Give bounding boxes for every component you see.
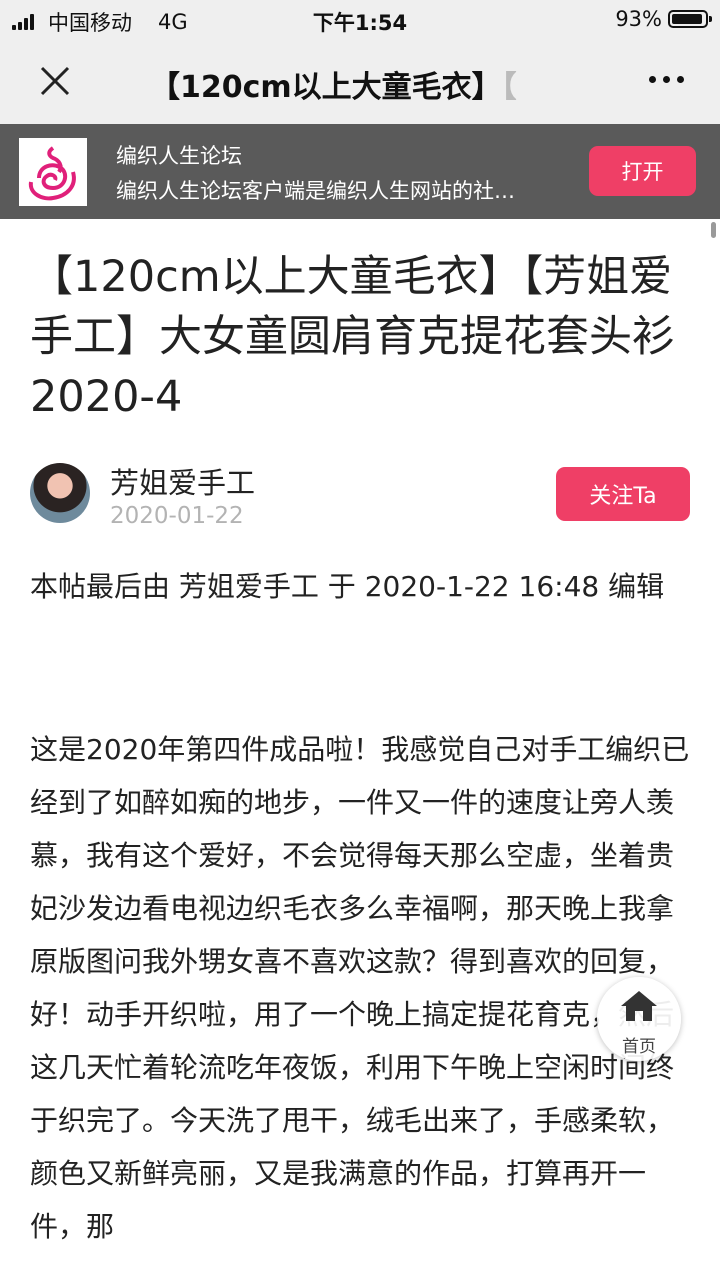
- app-name: 编织人生论坛: [116, 144, 242, 168]
- app-banner: 编织人生论坛 编织人生论坛客户端是编织人生网站的社… 打开: [0, 124, 720, 219]
- battery-percent: 93%: [615, 7, 662, 31]
- nav-title-text: 【120cm以上大童毛衣】: [150, 70, 502, 102]
- article-body: 这是2020年第四件成品啦！我感觉自己对手工编织已经到了如醉如痴的地步，一件又一…: [30, 733, 690, 1243]
- battery-icon: [668, 10, 712, 28]
- app-logo: [19, 138, 87, 206]
- article-title: 【120cm以上大童毛衣】【芳姐爱手工】大女童圆肩育克提花套头衫2020-4: [30, 252, 675, 422]
- nav-bar: 【120cm以上大童毛衣】【: [0, 40, 720, 124]
- more-icon[interactable]: [649, 76, 684, 83]
- open-app-button[interactable]: 打开: [589, 146, 696, 196]
- follow-button[interactable]: 关注Ta: [556, 467, 690, 521]
- status-time: 下午1:54: [312, 11, 408, 35]
- nav-title: 【120cm以上大童毛衣】【: [150, 62, 570, 102]
- nav-title-overflow: 【: [501, 70, 517, 102]
- edit-note: 本帖最后由 芳姐爱手工 于 2020-1-22 16:48 编辑: [30, 570, 665, 603]
- home-button[interactable]: 首页: [597, 977, 681, 1061]
- close-icon[interactable]: [38, 64, 72, 98]
- home-label: 首页: [622, 1037, 656, 1057]
- home-icon: [621, 991, 657, 1021]
- post-date: 2020-01-22: [110, 503, 244, 529]
- status-bar: 中国移动 4G 下午1:54 93%: [0, 0, 720, 40]
- app-description: 编织人生论坛客户端是编织人生网站的社…: [116, 179, 515, 203]
- battery-fill: [672, 14, 702, 24]
- scrollbar[interactable]: [711, 222, 716, 238]
- author-avatar[interactable]: [30, 463, 90, 523]
- author-name[interactable]: 芳姐爱手工: [110, 460, 255, 502]
